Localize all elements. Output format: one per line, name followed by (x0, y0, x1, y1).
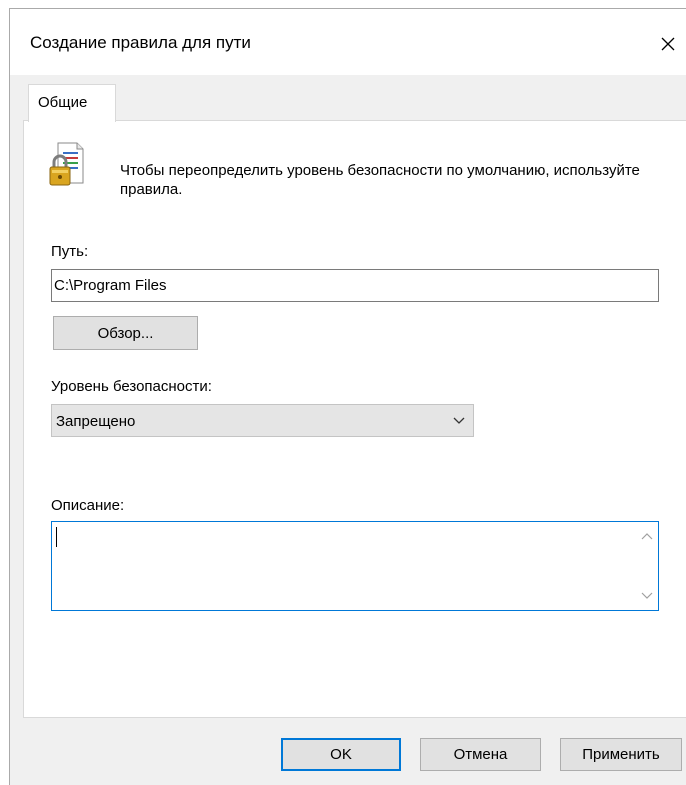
tab-general[interactable]: Общие (28, 84, 116, 122)
security-level-value: Запрещено (56, 413, 136, 430)
chevron-down-icon (453, 417, 465, 424)
scroll-up-icon[interactable] (641, 532, 653, 540)
apply-button[interactable]: Применить (560, 738, 682, 771)
path-input[interactable] (51, 269, 659, 302)
security-level-label: Уровень безопасности: (51, 378, 212, 395)
scroll-down-icon[interactable] (641, 592, 653, 600)
browse-button[interactable]: Обзор... (53, 316, 198, 350)
security-level-dropdown[interactable]: Запрещено (51, 404, 474, 437)
title-bar: Создание правила для пути (10, 9, 686, 75)
description-scrollbar[interactable] (636, 522, 658, 610)
dialog-title: Создание правила для пути (30, 33, 251, 52)
close-icon (661, 37, 675, 51)
tab-general-label: Общие (38, 94, 88, 111)
info-text: Чтобы переопределить уровень безопасност… (120, 162, 640, 198)
ok-button[interactable]: OK (281, 738, 401, 771)
cancel-button[interactable]: Отмена (420, 738, 541, 771)
path-label: Путь: (51, 243, 89, 260)
dialog-window: Создание правила для пути Общие Чтобы пе… (9, 8, 686, 785)
text-caret (56, 527, 57, 547)
general-tab-panel: Чтобы переопределить уровень безопасност… (23, 120, 686, 718)
security-policy-document-icon (49, 142, 84, 186)
close-button[interactable] (650, 27, 686, 61)
description-label: Описание: (51, 497, 125, 514)
description-textarea[interactable] (51, 521, 659, 611)
